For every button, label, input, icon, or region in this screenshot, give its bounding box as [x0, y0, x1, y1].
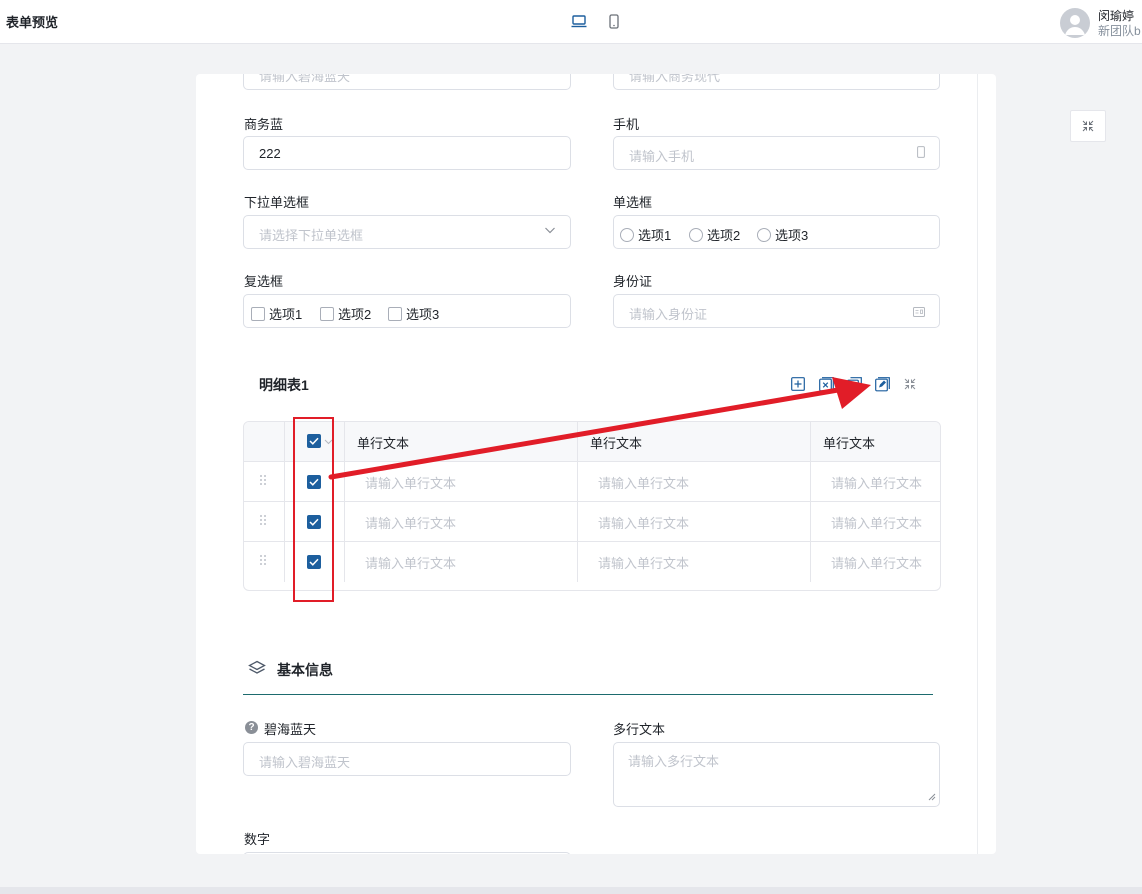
cell-input[interactable]: 请输入单行文本 — [365, 553, 456, 572]
help-icon[interactable]: ? — [245, 721, 258, 734]
select-all-checkbox[interactable] — [307, 434, 321, 448]
phone-input[interactable]: 请输入手机 — [613, 136, 940, 170]
checkbox-option-label: 选项2 — [338, 307, 372, 322]
desktop-preview-icon[interactable] — [569, 12, 589, 30]
row-checkbox[interactable] — [307, 515, 321, 529]
table-row: 请输入单行文本 请输入单行文本 请输入单行文本 — [244, 502, 940, 542]
column-header: 单行文本 — [823, 436, 876, 451]
phone-icon — [917, 146, 925, 161]
user-team: 新团队b — [1098, 24, 1141, 38]
select-placeholder: 请选择下拉单选框 — [259, 228, 364, 243]
textarea-placeholder: 请输入多行文本 — [628, 754, 720, 769]
layers-icon — [248, 660, 266, 679]
radio-group: 选项1 选项2 选项3 — [613, 215, 940, 249]
form-page: 请输入碧海蓝天 请输入商务现代 商务蓝 222 手机 请输入手机 下拉单选框 请… — [196, 74, 996, 854]
radio-option-label: 选项2 — [707, 228, 741, 243]
radio-option-label: 选项3 — [775, 228, 809, 243]
add-row-icon[interactable] — [789, 375, 807, 393]
cell-input[interactable]: 请输入单行文本 — [598, 553, 689, 572]
sea-sky-label: 碧海蓝天 — [264, 722, 317, 737]
checkbox-square — [388, 306, 402, 321]
checkbox-option-2[interactable]: 选项2 — [320, 304, 371, 323]
radio-circle — [620, 227, 634, 242]
business-blue-input[interactable]: 222 — [243, 136, 571, 170]
expand-table-icon[interactable] — [901, 375, 919, 393]
column-header: 单行文本 — [590, 436, 643, 451]
top-bar: 表单预览 闵瑜婷 新团队b — [0, 0, 1142, 44]
copy-rows-icon[interactable] — [845, 375, 863, 393]
scroll-divider — [977, 74, 978, 854]
table-row: 请输入单行文本 请输入单行文本 请输入单行文本 — [244, 542, 940, 582]
phone-label: 手机 — [613, 117, 640, 132]
number-input[interactable] — [243, 852, 571, 854]
checkbox-option-1[interactable]: 选项1 — [251, 304, 302, 323]
sea-sky-input[interactable]: 请输入碧海蓝天 — [243, 742, 571, 776]
id-card-icon — [913, 305, 925, 320]
multiline-textarea[interactable]: 请输入多行文本 — [613, 742, 940, 807]
input-placeholder: 请输入碧海蓝天 — [259, 74, 351, 84]
number-label: 数字 — [244, 832, 271, 847]
id-card-input[interactable]: 请输入身份证 — [613, 294, 940, 328]
radio-option-label: 选项1 — [638, 228, 672, 243]
resize-handle-icon[interactable] — [928, 789, 936, 804]
checkbox-option-label: 选项1 — [269, 307, 303, 322]
chevron-down-icon — [544, 224, 556, 239]
horizontal-scrollbar[interactable] — [0, 887, 1142, 894]
input-value: 222 — [259, 146, 281, 161]
checkbox-option-3[interactable]: 选项3 — [388, 304, 439, 323]
row-checkbox[interactable] — [307, 475, 321, 489]
section-title: 基本信息 — [277, 662, 333, 678]
radio-label: 单选框 — [613, 195, 653, 210]
detail-table: 单行文本 单行文本 单行文本 请输入单行文本 请输入单行文本 请输入单行文本 请… — [243, 421, 941, 591]
section-divider — [243, 694, 933, 695]
multiline-label: 多行文本 — [613, 722, 666, 737]
cell-input[interactable]: 请输入单行文本 — [831, 473, 922, 492]
radio-option-3[interactable]: 选项3 — [757, 225, 808, 244]
checkbox-square — [320, 306, 334, 321]
input-placeholder: 请输入身份证 — [629, 307, 708, 322]
input-placeholder: 请输入商务现代 — [629, 74, 721, 84]
fullscreen-button[interactable] — [1070, 110, 1106, 142]
business-blue-label: 商务蓝 — [244, 117, 284, 132]
cell-input[interactable]: 请输入单行文本 — [365, 513, 456, 532]
checkbox-label: 复选框 — [244, 274, 284, 289]
drag-handle-icon[interactable] — [260, 514, 266, 529]
cell-input[interactable]: 请输入单行文本 — [598, 513, 689, 532]
radio-option-2[interactable]: 选项2 — [689, 225, 740, 244]
cell-input[interactable]: 请输入单行文本 — [598, 473, 689, 492]
input-placeholder: 请输入手机 — [629, 149, 695, 164]
column-header: 单行文本 — [357, 436, 410, 451]
business-modern-input[interactable]: 请输入商务现代 — [613, 74, 940, 90]
cell-input[interactable]: 请输入单行文本 — [831, 513, 922, 532]
radio-circle — [757, 227, 771, 242]
page-title: 表单预览 — [6, 15, 59, 30]
radio-option-1[interactable]: 选项1 — [620, 225, 671, 244]
avatar — [1060, 8, 1090, 38]
cell-input[interactable]: 请输入单行文本 — [365, 473, 456, 492]
detail-table-title: 明细表1 — [259, 377, 309, 393]
radio-circle — [689, 227, 703, 242]
collapse-icon — [1082, 120, 1094, 132]
chevron-down-icon[interactable] — [324, 434, 333, 449]
cell-input[interactable]: 请输入单行文本 — [831, 553, 922, 572]
batch-edit-icon[interactable] — [873, 375, 891, 393]
delete-rows-icon[interactable] — [817, 375, 835, 393]
dropdown-label: 下拉单选框 — [244, 195, 310, 210]
checkbox-square — [251, 306, 265, 321]
row-checkbox[interactable] — [307, 555, 321, 569]
drag-handle-icon[interactable] — [260, 474, 266, 489]
input-placeholder: 请输入碧海蓝天 — [259, 755, 351, 770]
drag-handle-icon[interactable] — [260, 554, 266, 569]
dropdown-select[interactable]: 请选择下拉单选框 — [243, 215, 571, 249]
id-card-label: 身份证 — [613, 274, 653, 289]
mobile-preview-icon[interactable] — [604, 12, 624, 30]
table-row: 请输入单行文本 请输入单行文本 请输入单行文本 — [244, 462, 940, 502]
checkbox-option-label: 选项3 — [406, 307, 440, 322]
table-header: 单行文本 单行文本 单行文本 — [244, 422, 940, 462]
sea-sky-input-top[interactable]: 请输入碧海蓝天 — [243, 74, 571, 90]
checkbox-group: 选项1 选项2 选项3 — [243, 294, 571, 328]
